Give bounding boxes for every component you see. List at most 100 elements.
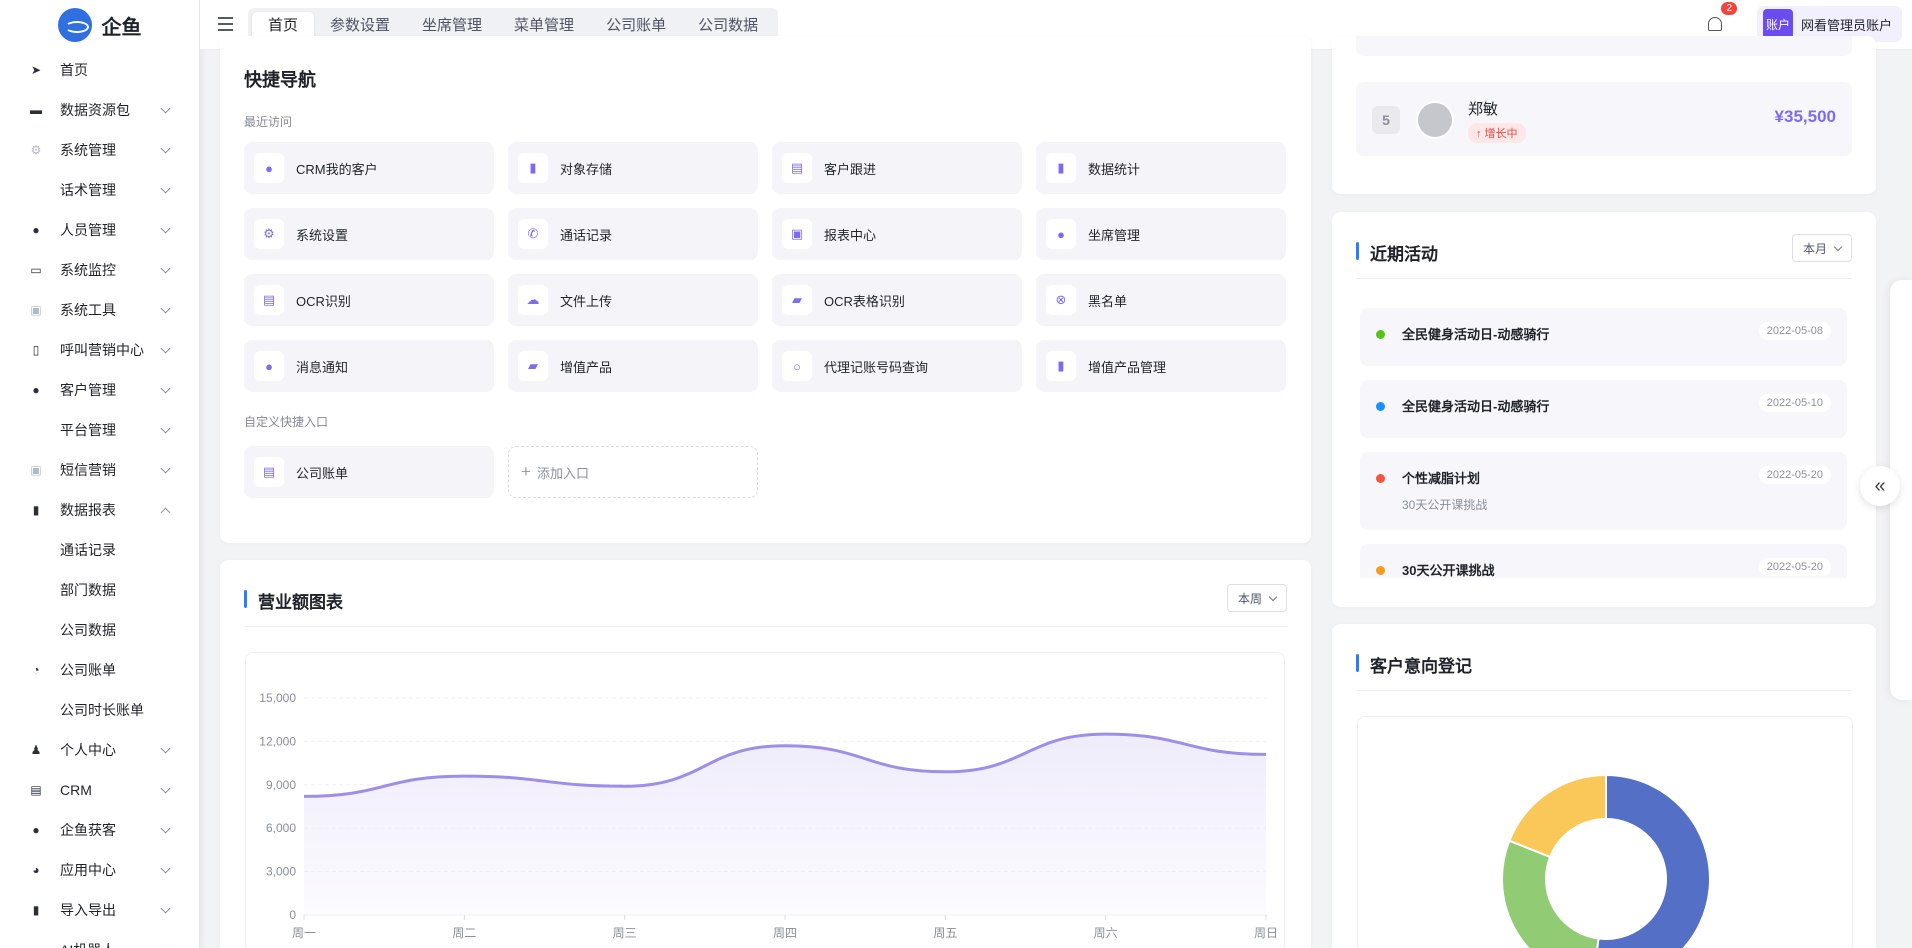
sidebar-item-label: 企鱼获客: [60, 822, 116, 838]
sidebar-item[interactable]: AI机器人: [0, 930, 199, 948]
activity-list: 全民健身活动日-动感骑行 2022-05-08 全民健身活动日-动感骑行 2022-0…: [1360, 308, 1850, 578]
chevron-down-icon: [160, 863, 171, 874]
notification-badge: 2: [1721, 2, 1737, 15]
sidebar-item[interactable]: ▯ 呼叫营销中心: [0, 330, 199, 370]
sidebar-menu: ➤ 首页 ▬ 数据资源包 ⚙ 系统管理 话术管理 ● 人员管理 ▭ 系统监控 ▣ 系统工具 ▯ 呼叫营销中心…: [0, 50, 199, 948]
y-tick-label: 9,000: [266, 778, 296, 792]
rank-amount: ¥35,500: [1774, 107, 1836, 126]
x-tick-label: 周一: [292, 926, 316, 940]
document-icon: ▤: [30, 783, 42, 797]
plus-icon: +: [521, 462, 531, 481]
folder-icon: ▬: [30, 103, 42, 117]
quick-nav-item[interactable]: ○ 代理记账号码查询: [772, 340, 1022, 392]
message-icon: ▣: [30, 463, 42, 477]
sidebar-item[interactable]: ▬ 数据资源包: [0, 90, 199, 130]
custom-entry-item[interactable]: ▤ 公司账单: [244, 446, 494, 498]
sidebar-item[interactable]: ▣ 短信营销: [0, 450, 199, 490]
sidebar-item[interactable]: ◔ 公司账单: [0, 650, 199, 690]
status-dot: [1376, 330, 1385, 339]
quick-nav-item[interactable]: ▰ 增值产品: [508, 340, 758, 392]
quick-nav-item[interactable]: ⚙ 系统设置: [244, 208, 494, 260]
sidebar-item[interactable]: 公司时长账单: [0, 690, 199, 730]
quick-nav-label: 数据统计: [1088, 161, 1141, 177]
ranking-row[interactable]: 5 郑敏 ↑ 增长中 ¥35,500: [1356, 82, 1852, 156]
sidebar-item[interactable]: ⚙ 系统管理: [0, 130, 199, 170]
chevron-down-icon: [160, 743, 171, 754]
quick-nav-label: 文件上传: [560, 293, 613, 309]
revenue-chart-frame: 0 3,000 6,000 9,000 12,000 15,000 周一 周二 周三 周四 周五 周六…: [245, 652, 1285, 948]
quick-nav-item[interactable]: ▣ 报表中心: [772, 208, 1022, 260]
clipboard-check-icon: ▤: [254, 285, 284, 315]
activity-date: 2022-05-20: [1758, 558, 1831, 576]
chevron-down-icon: [1833, 242, 1843, 251]
activity-item[interactable]: 个性减脂计划 2022-05-20 30天公开课挑战: [1360, 452, 1847, 530]
activity-item[interactable]: 全民健身活动日-动感骑行 2022-05-08: [1360, 308, 1847, 366]
sidebar-item[interactable]: 平台管理: [0, 410, 199, 450]
y-tick-label: 15,000: [259, 691, 296, 705]
quick-nav-item[interactable]: ▮ 对象存储: [508, 142, 758, 194]
quick-nav-label: 坐席管理: [1088, 227, 1141, 243]
add-entry-button[interactable]: + 添加入口: [508, 446, 758, 498]
sidebar-item[interactable]: ● 人员管理: [0, 210, 199, 250]
status-dot: [1376, 474, 1385, 483]
app-logo[interactable]: 企鱼: [0, 0, 199, 50]
person-icon: ♟: [30, 743, 42, 757]
collapse-panel-button[interactable]: «: [1860, 466, 1900, 506]
add-entry-label: 添加入口: [536, 465, 589, 481]
quick-nav-item[interactable]: ⊗ 黑名单: [1036, 274, 1286, 326]
sidebar-item[interactable]: ▮ 导入导出: [0, 890, 199, 930]
activity-item[interactable]: 全民健身活动日-动感骑行 2022-05-10: [1360, 380, 1847, 438]
donut-slice[interactable]: [1508, 773, 1607, 859]
sidebar-item[interactable]: ▮ 数据报表: [0, 490, 199, 530]
sidebar-item[interactable]: 话术管理: [0, 170, 199, 210]
sidebar-item[interactable]: ▣ 系统工具: [0, 290, 199, 330]
book-icon: ▮: [32, 903, 40, 917]
sidebar-item[interactable]: ● 企鱼获客: [0, 810, 199, 850]
quick-nav-item[interactable]: ▤ 客户跟进: [772, 142, 1022, 194]
quick-nav-item[interactable]: ▮ 增值产品管理: [1036, 340, 1286, 392]
quick-nav-item[interactable]: ▰ OCR表格识别: [772, 274, 1022, 326]
recent-visits-label: 最近访问: [244, 115, 293, 129]
quick-nav-label: 消息通知: [296, 359, 349, 375]
sidebar-item[interactable]: ➤ 首页: [0, 50, 199, 90]
search-icon: ●: [32, 823, 40, 837]
sidebar-item[interactable]: ♟ 个人中心: [0, 730, 199, 770]
activities-period-select[interactable]: 本月: [1791, 234, 1852, 262]
custom-entries-label: 自定义快捷入口: [244, 415, 329, 429]
sidebar-item[interactable]: ▤ CRM: [0, 770, 199, 810]
donut-slice[interactable]: [1593, 773, 1711, 948]
chevron-down-icon: [160, 463, 171, 474]
y-tick-label: 3,000: [266, 865, 296, 879]
sidebar-item[interactable]: ▭ 系统监控: [0, 250, 199, 290]
sidebar-item-label: 数据报表: [60, 502, 116, 518]
activity-title: 全民健身活动日-动感骑行: [1402, 399, 1550, 414]
sidebar-item[interactable]: ◕ 应用中心: [0, 850, 199, 890]
avatar: 账户: [1762, 9, 1793, 39]
x-tick-label: 周日: [1254, 926, 1278, 940]
quick-nav-item[interactable]: ▤ OCR识别: [244, 274, 494, 326]
sidebar-item[interactable]: ● 客户管理: [0, 370, 199, 410]
revenue-title: 营业额图表: [244, 588, 343, 613]
sidebar-item-label: 人员管理: [60, 222, 116, 238]
chevron-down-icon: [160, 263, 171, 274]
sidebar-item-label: 平台管理: [60, 422, 116, 438]
sidebar-item[interactable]: 通话记录: [0, 530, 199, 570]
quick-nav-item[interactable]: ● CRM我的客户: [244, 142, 494, 194]
revenue-period-select[interactable]: 本周: [1226, 584, 1287, 612]
sidebar-item-label: 话术管理: [60, 182, 116, 198]
clipboard-icon: ▤: [782, 153, 812, 183]
sidebar-item-label: 个人中心: [60, 742, 116, 758]
bell-icon[interactable]: [1708, 17, 1722, 31]
menu-toggle-icon[interactable]: [218, 17, 233, 35]
quick-nav-item[interactable]: ✆ 通话记录: [508, 208, 758, 260]
rank-name: 郑敏: [1468, 101, 1499, 118]
sidebar-item[interactable]: 公司数据: [0, 610, 199, 650]
activity-item[interactable]: 30天公开课挑战 2022-05-20: [1360, 544, 1847, 578]
quick-nav-item[interactable]: ☁ 文件上传: [508, 274, 758, 326]
sidebar-item[interactable]: 部门数据: [0, 570, 199, 610]
status-dot: [1376, 402, 1385, 411]
quick-nav-item[interactable]: ▮ 数据统计: [1036, 142, 1286, 194]
quick-nav-item[interactable]: ● 消息通知: [244, 340, 494, 392]
chevron-down-icon: [160, 103, 171, 114]
quick-nav-item[interactable]: ● 坐席管理: [1036, 208, 1286, 260]
